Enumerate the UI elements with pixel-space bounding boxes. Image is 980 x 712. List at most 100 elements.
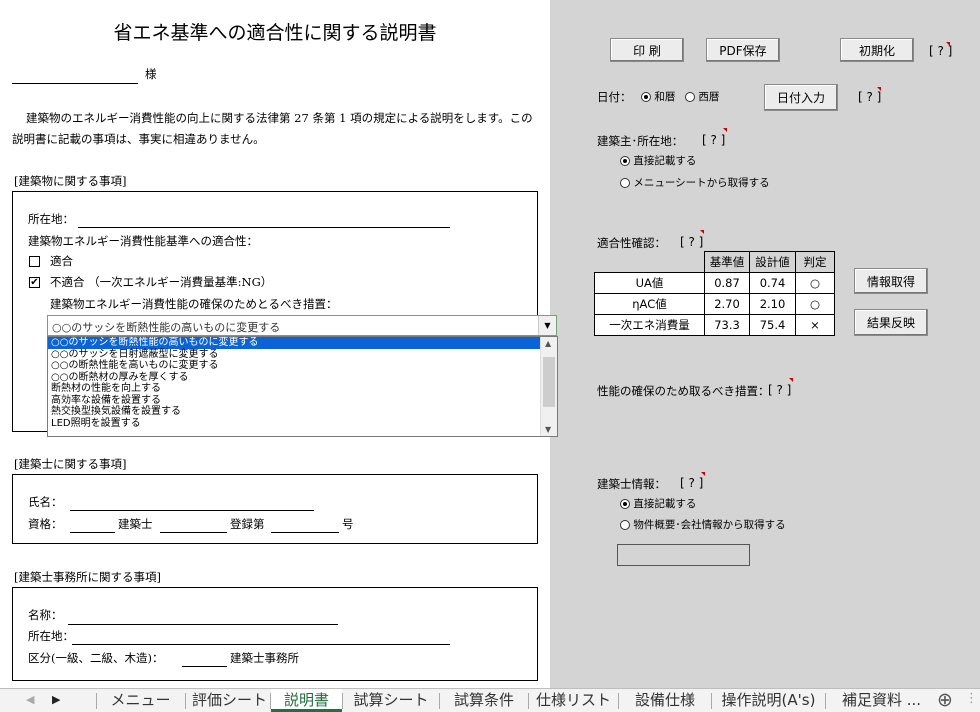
sheet-tab[interactable]: メニュー: [97, 689, 184, 712]
sheet-tab[interactable]: 設備仕様: [619, 689, 711, 712]
office-name-label: 名称：: [28, 608, 63, 622]
header-design: 設計値: [749, 251, 796, 273]
date-help[interactable]: [ ? ]: [858, 90, 881, 104]
table-row: UA値 0.87 0.74 ○: [594, 272, 835, 294]
chevron-down-icon: ▼: [544, 321, 551, 330]
architect-help[interactable]: [ ? ]: [680, 476, 703, 490]
radio-empty-icon: [620, 178, 630, 188]
measures-panel-label: 性能の確保のため取るべき措置：: [597, 384, 770, 398]
scroll-right-icon[interactable]: ▶: [52, 693, 60, 706]
reset-button[interactable]: 初期化: [840, 38, 914, 62]
intro-line-1: 建築物のエネルギー消費性能の向上に関する法律第 27 条第 1 項の規定による説…: [26, 111, 533, 125]
dropdown-item[interactable]: 熱交換型換気設備を設置する: [48, 406, 541, 418]
result-reflect-button[interactable]: 結果反映: [854, 309, 928, 336]
office-suffix: 建築士事務所: [230, 651, 299, 665]
combobox-dropdown-button[interactable]: ▼: [538, 316, 556, 335]
dropdown-item[interactable]: 断熱材の性能を向上する: [48, 383, 541, 395]
pdf-save-button[interactable]: PDF保存: [706, 38, 780, 62]
sheet-tab[interactable]: 仕様リスト: [529, 689, 618, 712]
conform-label: 適合: [50, 254, 73, 268]
table-row: ηAC値 2.70 2.10 ○: [594, 293, 835, 315]
office-name-field[interactable]: [68, 624, 338, 625]
office-section-heading: [建築士事務所に関する事項]: [14, 570, 161, 584]
document-title: 省エネ基準への適合性に関する説明書: [113, 22, 437, 44]
architect-class-field[interactable]: [70, 532, 115, 533]
architect-kenchikushi: 建築士: [118, 517, 153, 531]
measures-help[interactable]: [ ? ]: [768, 383, 791, 397]
sheet-tab[interactable]: 操作説明(A's): [712, 689, 825, 712]
info-get-button[interactable]: 情報取得: [854, 268, 928, 294]
sheet-tab-bar: ◀ ▶ メニュー 評価シート 説明書 試算シート 試算条件 仕様リスト 設備仕様 操作説明(A…: [0, 688, 980, 712]
dropdown-item[interactable]: 高効率な設備を設置する: [48, 395, 541, 407]
radio-selected-icon: [620, 499, 630, 509]
architect-name-field[interactable]: [70, 510, 314, 511]
reset-help[interactable]: [ ? ]: [929, 44, 952, 58]
check-label: 適合性確認：: [597, 236, 666, 250]
building-location-field[interactable]: [78, 227, 450, 228]
architect-info-input[interactable]: [617, 544, 750, 566]
more-options-icon[interactable]: ⋮: [965, 691, 978, 706]
radio-selected-icon: [641, 92, 651, 102]
add-sheet-icon[interactable]: ⊕: [937, 689, 953, 711]
date-seireki-option[interactable]: 西暦: [685, 89, 719, 104]
measures-dropdown-list[interactable]: ○○のサッシを断熱性能の高いものに変更する ○○のサッシを日射遮蔽型に変更する ○○…: [47, 336, 558, 437]
dropdown-item[interactable]: ○○のサッシを日射遮蔽型に変更する: [48, 349, 541, 361]
sheet-tab[interactable]: 補足資料 ...: [826, 689, 937, 712]
comment-flag-icon: [723, 128, 727, 132]
conform-checkbox[interactable]: [29, 256, 40, 267]
check-help[interactable]: [ ? ]: [680, 235, 703, 249]
row-judge: ○: [795, 272, 835, 294]
sheet-tab[interactable]: 試算シート: [343, 689, 439, 712]
comment-flag-icon: [701, 472, 705, 476]
architect-reg-label: 登録第: [230, 517, 265, 531]
building-location-label: 所在地：: [28, 212, 74, 226]
office-class-field[interactable]: [182, 666, 227, 667]
scroll-up-icon[interactable]: ▲: [545, 339, 551, 348]
header-std: 基準値: [704, 251, 750, 273]
sheet-tab[interactable]: 説明書: [271, 689, 342, 712]
scrollbar-thumb[interactable]: [543, 357, 555, 407]
recipient-line[interactable]: [12, 83, 138, 84]
dropdown-item[interactable]: ○○の断熱性能を高いものに変更する: [48, 360, 541, 372]
date-wareki-option[interactable]: 和暦: [641, 89, 675, 104]
owner-label: 建築主･所在地：: [597, 134, 684, 148]
dropdown-item[interactable]: ○○のサッシを断熱性能の高いものに変更する: [48, 337, 541, 349]
building-section-heading: [建築物に関する事項]: [14, 174, 127, 188]
office-class-label: 区分(一級、二級、木造)：: [28, 651, 164, 665]
date-input-button[interactable]: 日付入力: [764, 84, 838, 111]
measures-label: 建築物エネルギー消費性能の確保のためとるべき措置：: [50, 297, 338, 311]
sheet-tab[interactable]: 試算条件: [440, 689, 528, 712]
owner-help[interactable]: [ ? ]: [702, 133, 725, 147]
scroll-left-icon[interactable]: ◀: [26, 693, 34, 706]
architect-pref-field[interactable]: [160, 532, 227, 533]
owner-direct-option[interactable]: 直接記載する: [620, 153, 696, 168]
nonconform-checkbox[interactable]: ✔: [29, 277, 40, 288]
row-std: 0.87: [704, 272, 750, 294]
print-button[interactable]: 印 刷: [610, 38, 684, 62]
architect-qual-label: 資格：: [28, 517, 63, 531]
row-name: 一次エネ消費量: [594, 314, 705, 336]
scroll-down-icon[interactable]: ▼: [545, 425, 551, 434]
comment-flag-icon: [946, 42, 950, 46]
architect-section-heading: [建築士に関する事項]: [14, 457, 127, 471]
architect-name-label: 氏名：: [28, 495, 63, 509]
intro-line-2: 説明書に記載の事項は、事実に相違ありません。: [12, 132, 265, 146]
comment-flag-icon: [877, 87, 881, 91]
office-location-field[interactable]: [72, 644, 450, 645]
row-std: 2.70: [704, 293, 750, 315]
dropdown-item[interactable]: ○○の断熱材の厚みを厚くする: [48, 372, 541, 384]
architect-company-option[interactable]: 物件概要･会社情報から取得する: [620, 517, 786, 532]
comment-flag-icon: [700, 230, 704, 234]
architect-direct-option[interactable]: 直接記載する: [620, 496, 696, 511]
sheet-tab[interactable]: 評価シート: [186, 689, 273, 712]
architect-reg-field[interactable]: [271, 532, 339, 533]
row-design: 0.74: [749, 272, 796, 294]
table-row: 一次エネ消費量 73.3 75.4 ×: [594, 314, 835, 336]
radio-empty-icon: [685, 92, 695, 102]
measures-combobox[interactable]: ○○のサッシを断熱性能の高いものに変更する ▼: [47, 315, 557, 336]
architect-go: 号: [342, 517, 354, 531]
owner-menu-option[interactable]: メニューシートから取得する: [620, 175, 770, 190]
dropdown-item[interactable]: LED照明を設置する: [48, 418, 541, 430]
office-section-box: [12, 587, 538, 681]
dropdown-scrollbar[interactable]: ▲ ▼: [540, 337, 557, 436]
